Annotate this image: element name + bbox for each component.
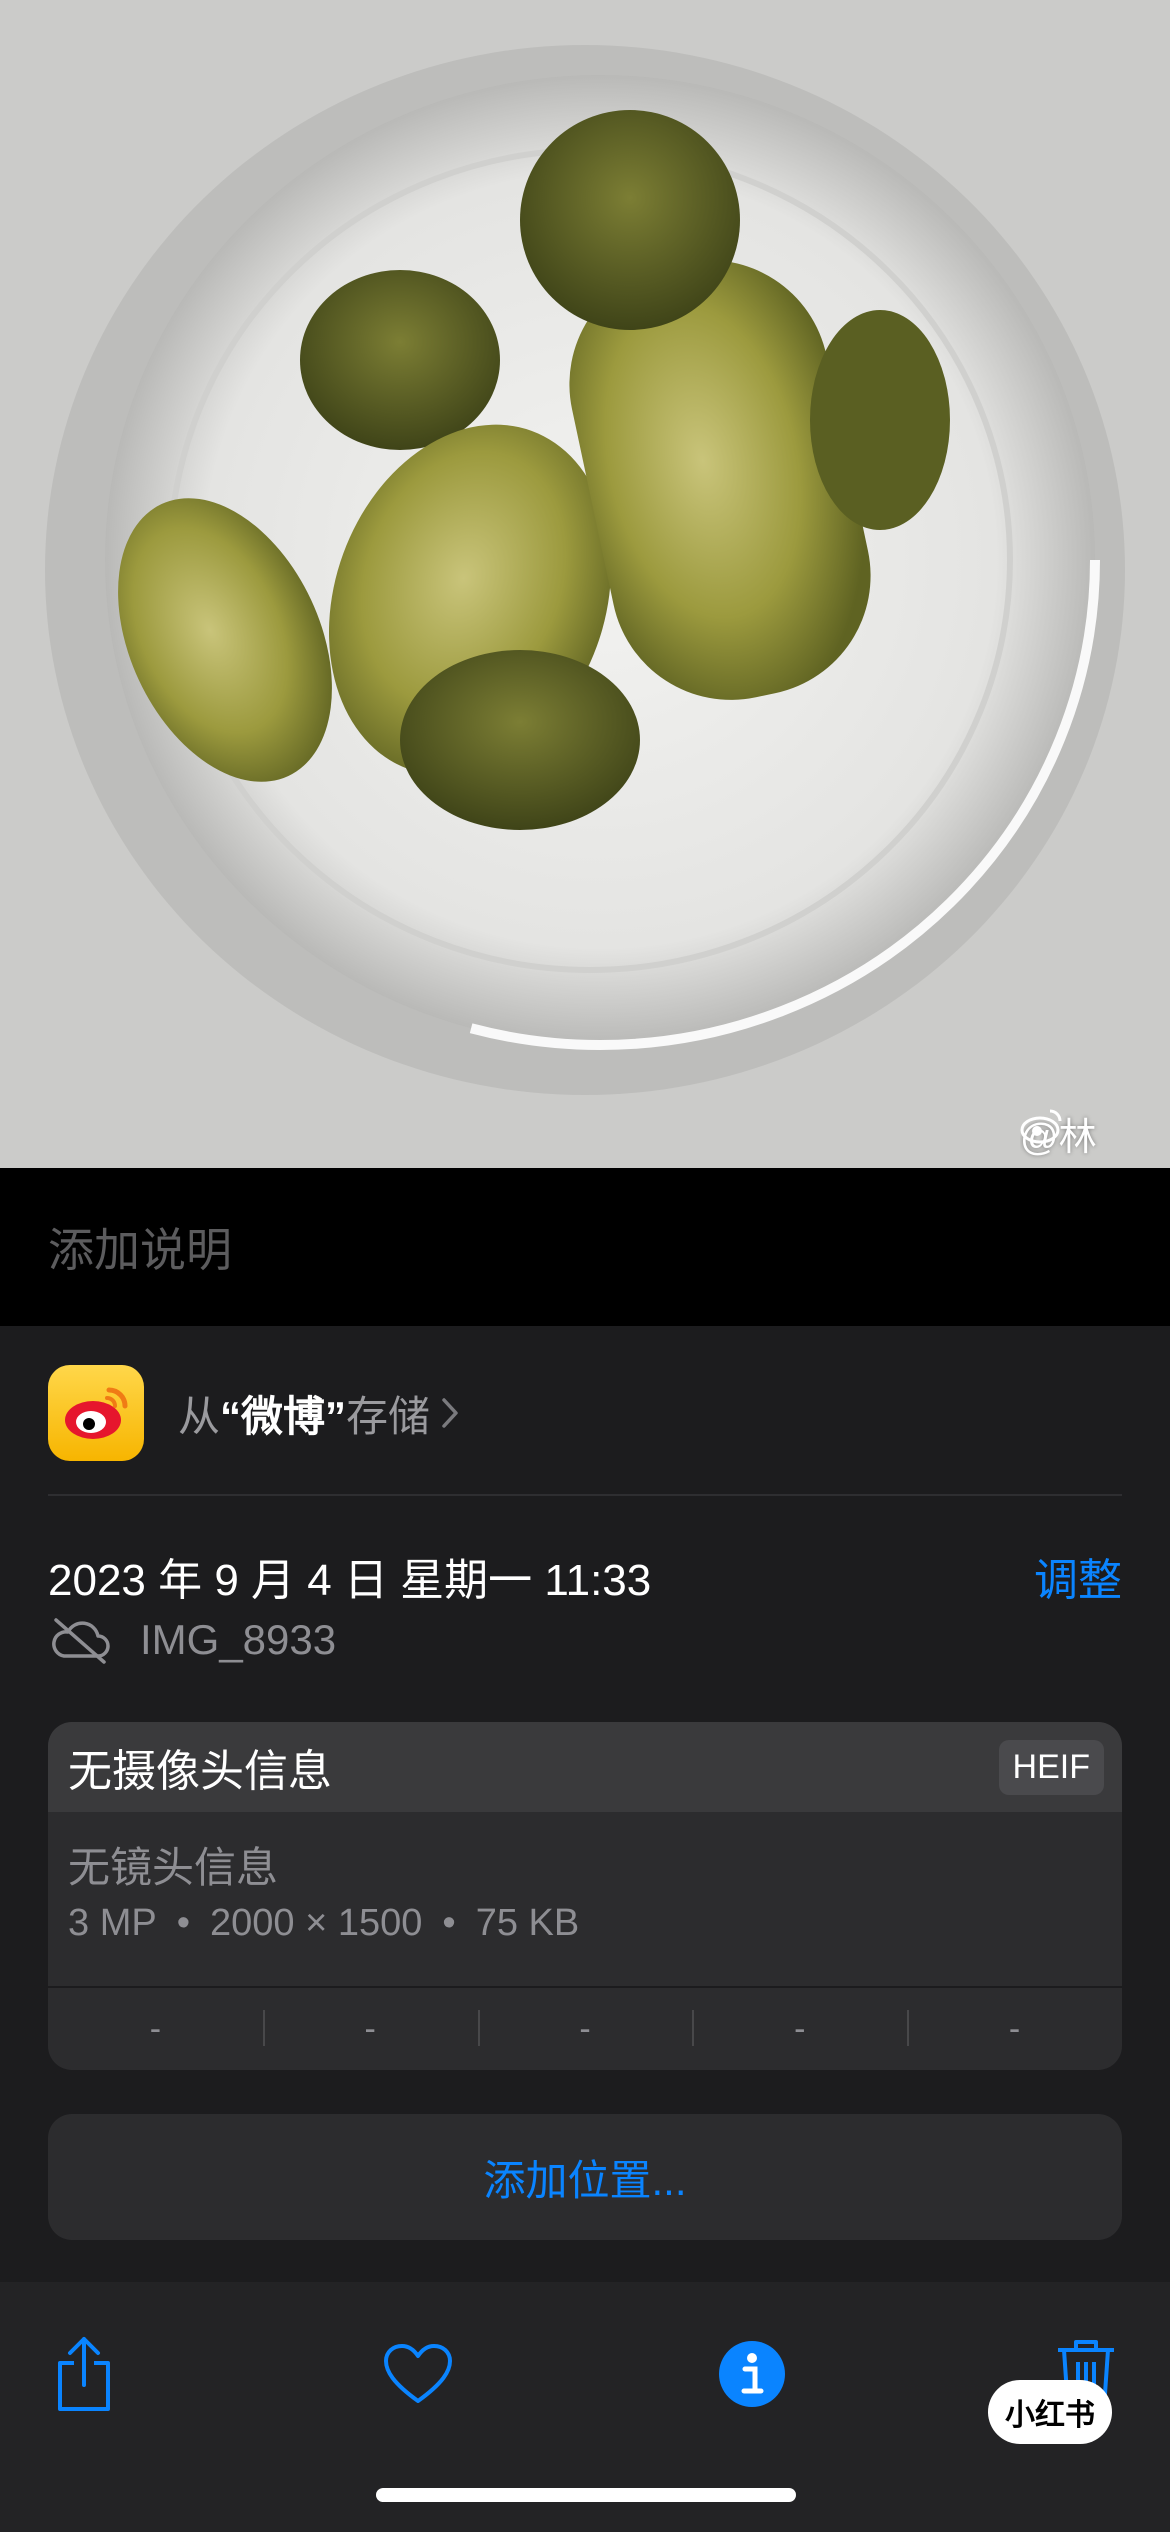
pickle-photo [0,0,1170,1168]
lens-info: 无镜头信息 [68,1844,279,1891]
caption-bar[interactable]: 添加说明 [0,1168,1170,1326]
image-specs: 3 MP • 2000 × 1500 • 75 KB [68,1902,579,1945]
source-app-name: “微博” [220,1392,347,1440]
heart-icon [384,2344,452,2403]
share-button[interactable] [34,2324,134,2424]
xiaohongshu-badge: 小红书 [988,2380,1112,2444]
file-size: 75 KB [475,1902,580,1944]
exif-exposure: - [477,1988,693,2070]
watermark: @林 [1020,1105,1170,1161]
file-name: IMG_8933 [140,1616,337,1663]
file-row: IMG_8933 [48,1616,336,1664]
adjust-button[interactable]: 调整 [1034,1544,1122,1608]
source-suffix: 存储 [346,1392,431,1440]
source-text[interactable]: 从 “微博” 存储 [178,1383,460,1444]
spec-separator: • [176,1902,191,1944]
add-location-label: 添加位置... [483,2156,687,2204]
megapixels: 3 MP [68,1902,157,1944]
caption-input[interactable]: 添加说明 [48,1214,232,1280]
source-prefix: 从 [178,1392,221,1440]
chevron-right-icon [442,1398,458,1428]
exif-shutter: - [907,1988,1122,2070]
camera-info-card: 无摄像头信息 HEIF 无镜头信息 3 MP • 2000 × 1500 • 7… [48,1722,1122,2070]
info-icon [719,2341,785,2407]
weibo-icon [48,1365,144,1461]
share-icon [58,2337,110,2411]
exif-aperture: - [692,1988,907,2070]
photo-viewer[interactable]: @林 [0,0,1170,1168]
exif-iso: - [149,2009,162,2048]
info-button[interactable] [702,2324,802,2424]
divider [48,1494,1122,1496]
info-panel: 从 “微博” 存储 2023 年 9 月 4 日 星期一 11:33 调整 IM… [0,1326,1170,2282]
home-indicator[interactable] [376,2488,796,2502]
format-badge: HEIF [998,1739,1104,1795]
source-row[interactable]: 从 “微博” 存储 [48,1364,1122,1462]
camera-title: 无摄像头信息 [68,1747,332,1796]
favorite-button[interactable] [368,2324,468,2424]
weibo-watermark-icon [1020,1109,1062,1144]
spec-separator: • [442,1902,456,1944]
date-row: 2023 年 9 月 4 日 星期一 11:33 调整 [48,1544,1122,1608]
camera-header: 无摄像头信息 HEIF [48,1722,1122,1812]
exif-focal-length: - [262,1988,478,2070]
add-location-button[interactable]: 添加位置... [48,2114,1122,2240]
resolution: 2000 × 1500 [210,1902,423,1944]
cloud-off-icon [52,1618,110,1664]
photo-date: 2023 年 9 月 4 日 星期一 11:33 [48,1556,652,1605]
exif-row: - - - - - [48,1986,1122,2070]
